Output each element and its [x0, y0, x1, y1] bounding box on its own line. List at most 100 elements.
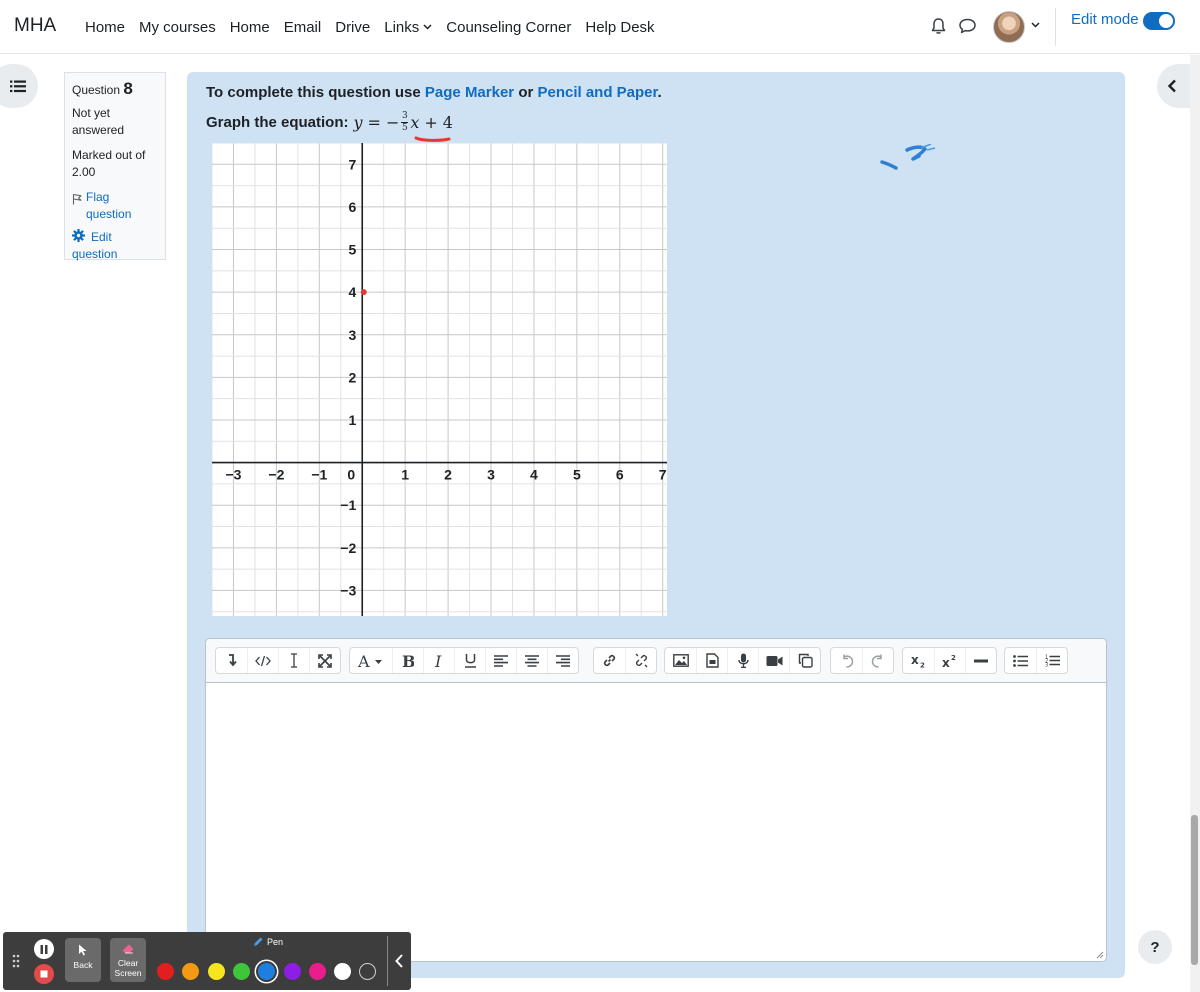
color-swatch[interactable]: [157, 963, 174, 980]
nav-links-label: Links: [384, 18, 420, 36]
equation-constant: 4: [442, 113, 453, 132]
media-icon[interactable]: [696, 648, 727, 673]
nav-home[interactable]: Home: [78, 19, 132, 36]
redo-icon[interactable]: [862, 648, 893, 673]
x-tick-label: −3: [225, 467, 241, 483]
course-index-drawer-toggle[interactable]: [0, 64, 38, 108]
eraser-icon: [122, 944, 134, 954]
edit-mode-toggle[interactable]: [1143, 12, 1175, 30]
color-swatch[interactable]: [283, 963, 301, 980]
microphone-icon[interactable]: [727, 648, 758, 673]
equation-equals: =: [367, 113, 381, 132]
numbered-list-icon[interactable]: 123: [1036, 648, 1067, 673]
color-swatch[interactable]: [258, 963, 276, 980]
nav-help-desk[interactable]: Help Desk: [578, 19, 661, 36]
instruction-prefix: To complete this question use: [206, 84, 421, 101]
question-number: Question 8: [72, 80, 158, 99]
notifications-bell-icon[interactable]: [930, 17, 947, 35]
svg-text:x: x: [942, 656, 950, 668]
nav-email[interactable]: Email: [277, 19, 329, 36]
list-icon: [10, 80, 26, 92]
svg-text:I: I: [434, 654, 442, 668]
help-button[interactable]: ?: [1138, 930, 1172, 964]
back-button[interactable]: Back: [65, 938, 101, 982]
flag-question-link[interactable]: Flag question: [72, 189, 158, 223]
drag-handle-icon[interactable]: [12, 954, 20, 968]
equation-fraction: 3 5: [401, 112, 409, 133]
code-icon[interactable]: [247, 648, 278, 673]
x-tick-label: 4: [530, 467, 538, 483]
stop-button[interactable]: [34, 964, 54, 984]
y-tick-label: −2: [340, 540, 356, 556]
underline-icon[interactable]: [454, 648, 485, 673]
question-text: Graph the equation: y = − 3 5 x + 4: [206, 112, 453, 133]
align-left-icon[interactable]: [485, 648, 516, 673]
y-tick-label: 5: [348, 242, 356, 258]
nav-links-dropdown[interactable]: Links: [377, 19, 439, 36]
page-marker-toolbar: Back Clear Screen Pen: [3, 932, 411, 990]
pause-button[interactable]: [34, 939, 54, 959]
x-tick-label: −1: [311, 467, 327, 483]
text-cursor-icon[interactable]: [278, 648, 309, 673]
chevron-down-icon: [423, 24, 432, 30]
y-tick-label: 2: [348, 369, 356, 385]
equation-minus: −: [385, 113, 400, 132]
horizontal-rule-icon[interactable]: [965, 648, 996, 673]
nav-my-courses[interactable]: My courses: [132, 19, 223, 36]
toolbar-group-4: [664, 647, 821, 674]
link-icon[interactable]: [594, 648, 625, 673]
unlink-icon[interactable]: [625, 648, 656, 673]
color-swatch[interactable]: [207, 963, 225, 980]
messages-bubble-icon[interactable]: [958, 17, 977, 35]
question-formulation: To complete this question use Page Marke…: [187, 72, 1125, 978]
x-tick-label: −2: [268, 467, 284, 483]
edit-question-link[interactable]: Edit question: [72, 229, 158, 263]
x-tick-label: 7: [659, 467, 667, 483]
color-swatch[interactable]: [359, 963, 377, 980]
subscript-icon[interactable]: x2: [903, 648, 934, 673]
bullet-list-icon[interactable]: [1005, 648, 1036, 673]
pen-label: Pen: [267, 937, 284, 947]
pen-tool-indicator: Pen: [253, 937, 283, 947]
user-menu-chevron-down-icon[interactable]: [1031, 22, 1040, 28]
back-label: Back: [73, 960, 93, 970]
superscript-icon[interactable]: x2: [934, 648, 965, 673]
color-swatch[interactable]: [182, 963, 200, 980]
nav-drive[interactable]: Drive: [328, 19, 377, 36]
editor-text-area[interactable]: [206, 684, 1106, 961]
y-tick-label: 6: [348, 199, 356, 215]
nav-counseling-corner[interactable]: Counseling Corner: [439, 19, 578, 36]
resize-grip-icon[interactable]: [1096, 951, 1104, 959]
collapse-toolbar-chevron-left-icon[interactable]: [394, 953, 404, 969]
pen-scribble-annotation: [880, 144, 936, 170]
copy-icon[interactable]: [789, 648, 820, 673]
svg-text:3: 3: [1045, 663, 1048, 668]
clear-screen-button[interactable]: Clear Screen: [110, 938, 146, 982]
page-scrollbar-thumb[interactable]: [1191, 815, 1198, 965]
editor-toolbar: A B I x 2 x 2 1 2 3: [206, 639, 1106, 683]
page-marker-link[interactable]: Page Marker: [425, 84, 514, 101]
pencil-and-paper-link[interactable]: Pencil and Paper: [537, 84, 657, 101]
bold-icon[interactable]: B: [392, 648, 423, 673]
align-center-icon[interactable]: [516, 648, 547, 673]
equation-x: x: [410, 113, 420, 132]
toolbar-group-7: 123: [1004, 647, 1068, 674]
image-icon[interactable]: [665, 648, 696, 673]
color-swatch[interactable]: [334, 963, 352, 980]
arrow-down-icon[interactable]: [216, 648, 247, 673]
font-color-icon[interactable]: A: [350, 648, 392, 673]
color-swatch[interactable]: [308, 963, 326, 980]
italic-icon[interactable]: I: [423, 648, 454, 673]
toolbar-group-5: [830, 647, 894, 674]
question-grade: Marked out of 2.00: [72, 148, 146, 179]
align-right-icon[interactable]: [547, 648, 578, 673]
site-brand[interactable]: MHA: [14, 15, 56, 37]
video-icon[interactable]: [758, 648, 789, 673]
nav-home-2[interactable]: Home: [223, 19, 277, 36]
coordinate-graph[interactable]: −3 −2 −1 0 1 2 3 4 5 6 7 7 6 5 4 3 2 1 −1 −2 −3: [211, 142, 667, 616]
question-state: Not yet answered: [72, 106, 125, 137]
color-swatch[interactable]: [232, 963, 250, 980]
undo-icon[interactable]: [831, 648, 862, 673]
user-avatar[interactable]: [993, 11, 1025, 43]
fullscreen-icon[interactable]: [309, 648, 340, 673]
